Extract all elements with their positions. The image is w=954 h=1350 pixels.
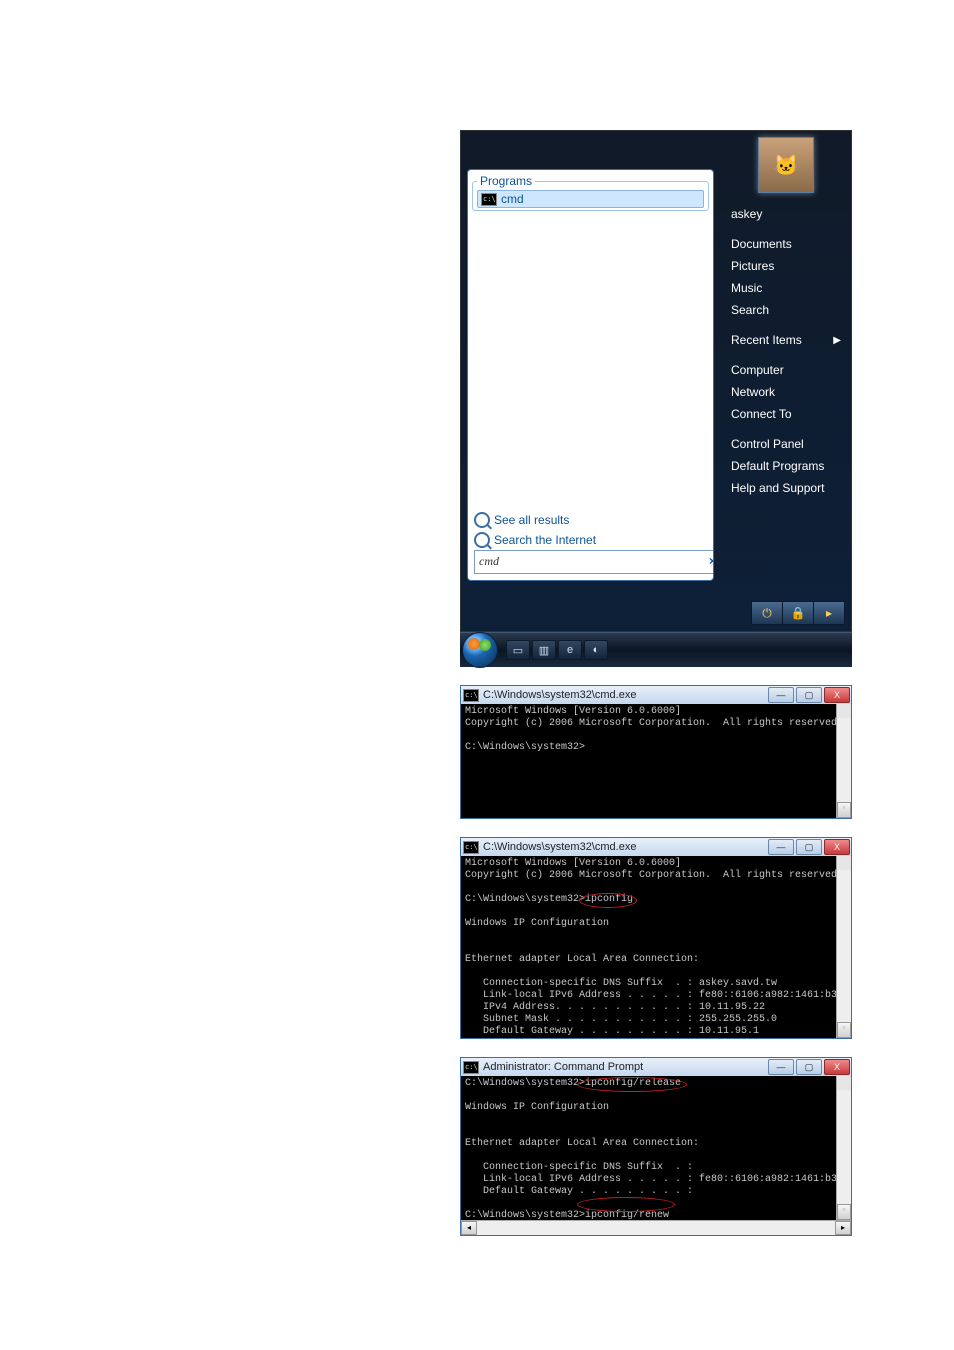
see-all-label: See all results — [494, 513, 569, 527]
maximize-button[interactable]: ▢ — [796, 839, 822, 855]
search-input[interactable] — [475, 551, 703, 571]
lock-button[interactable]: 🔒 — [783, 601, 814, 625]
shutdown-menu-button[interactable]: ▸ — [814, 601, 845, 625]
menu-item-label: Pictures — [731, 259, 774, 273]
scroll-track[interactable] — [837, 718, 851, 804]
show-desktop-icon[interactable]: ▭ — [506, 640, 530, 660]
start-menu: Programs cmd See all results Search the … — [460, 130, 852, 632]
highlight-circle-ipconfig — [579, 893, 637, 908]
start-right-item-default-programs[interactable]: Default Programs — [721, 455, 851, 477]
start-right-item-documents[interactable]: Documents — [721, 233, 851, 255]
close-button[interactable]: X — [824, 839, 850, 855]
search-internet-label: Search the Internet — [494, 533, 596, 547]
search-icon — [474, 532, 490, 548]
cmd-window-2: C:\Windows\system32\cmd.exe — ▢ X Micros… — [460, 837, 852, 1039]
minimize-button[interactable]: — — [768, 687, 794, 703]
programs-group: Programs cmd — [472, 174, 709, 211]
switch-windows-icon[interactable]: ▥ — [532, 640, 556, 660]
start-menu-left-pane: Programs cmd See all results Search the … — [467, 169, 714, 581]
quick-launch: ▭ ▥ e ◐ — [506, 640, 608, 660]
start-right-item-recent-items[interactable]: Recent Items ▶ — [721, 329, 851, 351]
programs-group-label: Programs — [477, 174, 535, 188]
start-right-item-search[interactable]: Search — [721, 299, 851, 321]
start-right-item-music[interactable]: Music — [721, 277, 851, 299]
start-orb[interactable] — [462, 632, 498, 668]
media-player-icon[interactable]: ◐ — [584, 640, 608, 660]
menu-item-label: Computer — [731, 363, 784, 377]
menu-item-label: Default Programs — [731, 459, 824, 473]
titlebar[interactable]: C:\Windows\system32\cmd.exe — ▢ X — [461, 686, 851, 704]
vertical-scrollbar[interactable]: ▴ ▾ — [836, 1076, 851, 1220]
menu-item-label: askey — [731, 207, 762, 221]
start-right-item-help-and-support[interactable]: Help and Support — [721, 477, 851, 499]
scroll-down-icon[interactable]: ▾ — [837, 1204, 851, 1220]
power-buttons: ⏻ 🔒 ▸ — [751, 601, 845, 625]
start-right-item-network[interactable]: Network — [721, 381, 851, 403]
minimize-button[interactable]: — — [768, 1059, 794, 1075]
cmd-window-3: Administrator: Command Prompt — ▢ X C:\W… — [460, 1057, 852, 1236]
cmd-window-1: C:\Windows\system32\cmd.exe — ▢ X Micros… — [460, 685, 852, 819]
highlight-circle-release — [577, 1077, 687, 1092]
window-title: C:\Windows\system32\cmd.exe — [483, 841, 767, 853]
menu-item-label: Search — [731, 303, 769, 317]
program-item-label: cmd — [501, 192, 524, 206]
scroll-left-icon[interactable]: ◂ — [461, 1221, 477, 1235]
see-all-results[interactable]: See all results — [468, 510, 713, 530]
program-item-cmd[interactable]: cmd — [477, 190, 704, 208]
cmd-icon — [463, 841, 479, 854]
start-right-item-computer[interactable]: Computer — [721, 359, 851, 381]
titlebar[interactable]: Administrator: Command Prompt — ▢ X — [461, 1058, 851, 1076]
menu-item-label: Network — [731, 385, 775, 399]
scroll-track[interactable] — [837, 870, 851, 1024]
cmd-icon — [463, 689, 479, 702]
terminal-output[interactable]: Microsoft Windows [Version 6.0.6000] Cop… — [461, 704, 851, 818]
close-button[interactable]: X — [824, 1059, 850, 1075]
scroll-track[interactable] — [837, 1090, 851, 1206]
start-search-box[interactable]: × — [474, 550, 714, 574]
menu-item-label: Help and Support — [731, 481, 824, 495]
maximize-button[interactable]: ▢ — [796, 1059, 822, 1075]
start-menu-right-pane: 🐱 askey Documents Pictures Music Search Recen… — [721, 131, 851, 597]
cmd-icon — [463, 1061, 479, 1074]
highlight-circle-renew — [577, 1197, 675, 1212]
horizontal-scrollbar[interactable]: ◂ ▸ — [461, 1220, 851, 1235]
taskbar: ▭ ▥ e ◐ — [460, 632, 852, 667]
terminal-output[interactable]: Microsoft Windows [Version 6.0.6000] Cop… — [461, 856, 851, 1038]
maximize-button[interactable]: ▢ — [796, 687, 822, 703]
scroll-down-icon[interactable]: ▾ — [837, 1022, 851, 1038]
start-right-item-pictures[interactable]: Pictures — [721, 255, 851, 277]
menu-item-label: Control Panel — [731, 437, 804, 451]
menu-item-label: Documents — [731, 237, 792, 251]
vertical-scrollbar[interactable]: ▴ ▾ — [836, 704, 851, 818]
window-title: Administrator: Command Prompt — [483, 1061, 767, 1073]
search-icon — [474, 512, 490, 528]
scroll-track[interactable] — [477, 1221, 835, 1235]
menu-item-label: Recent Items — [731, 333, 802, 347]
menu-item-label: Connect To — [731, 407, 792, 421]
menu-item-label: Music — [731, 281, 762, 295]
ie-icon[interactable]: e — [558, 640, 582, 660]
search-the-internet[interactable]: Search the Internet — [468, 530, 713, 550]
vertical-scrollbar[interactable]: ▴ ▾ — [836, 856, 851, 1038]
power-button[interactable]: ⏻ — [751, 601, 783, 625]
close-button[interactable]: X — [824, 687, 850, 703]
minimize-button[interactable]: — — [768, 839, 794, 855]
clear-search-icon[interactable]: × — [709, 554, 714, 568]
scroll-right-icon[interactable]: ▸ — [835, 1221, 851, 1235]
start-right-item-connect-to[interactable]: Connect To — [721, 403, 851, 425]
titlebar[interactable]: C:\Windows\system32\cmd.exe — ▢ X — [461, 838, 851, 856]
chevron-right-icon: ▶ — [833, 335, 841, 346]
window-title: C:\Windows\system32\cmd.exe — [483, 689, 767, 701]
cmd-icon — [481, 193, 497, 206]
user-avatar[interactable]: 🐱 — [758, 137, 814, 193]
terminal-output[interactable]: C:\Windows\system32>ipconfig/release Win… — [461, 1076, 851, 1220]
scroll-down-icon[interactable]: ▾ — [837, 802, 851, 818]
start-right-item-askey[interactable]: askey — [721, 203, 851, 225]
start-right-item-control-panel[interactable]: Control Panel — [721, 433, 851, 455]
